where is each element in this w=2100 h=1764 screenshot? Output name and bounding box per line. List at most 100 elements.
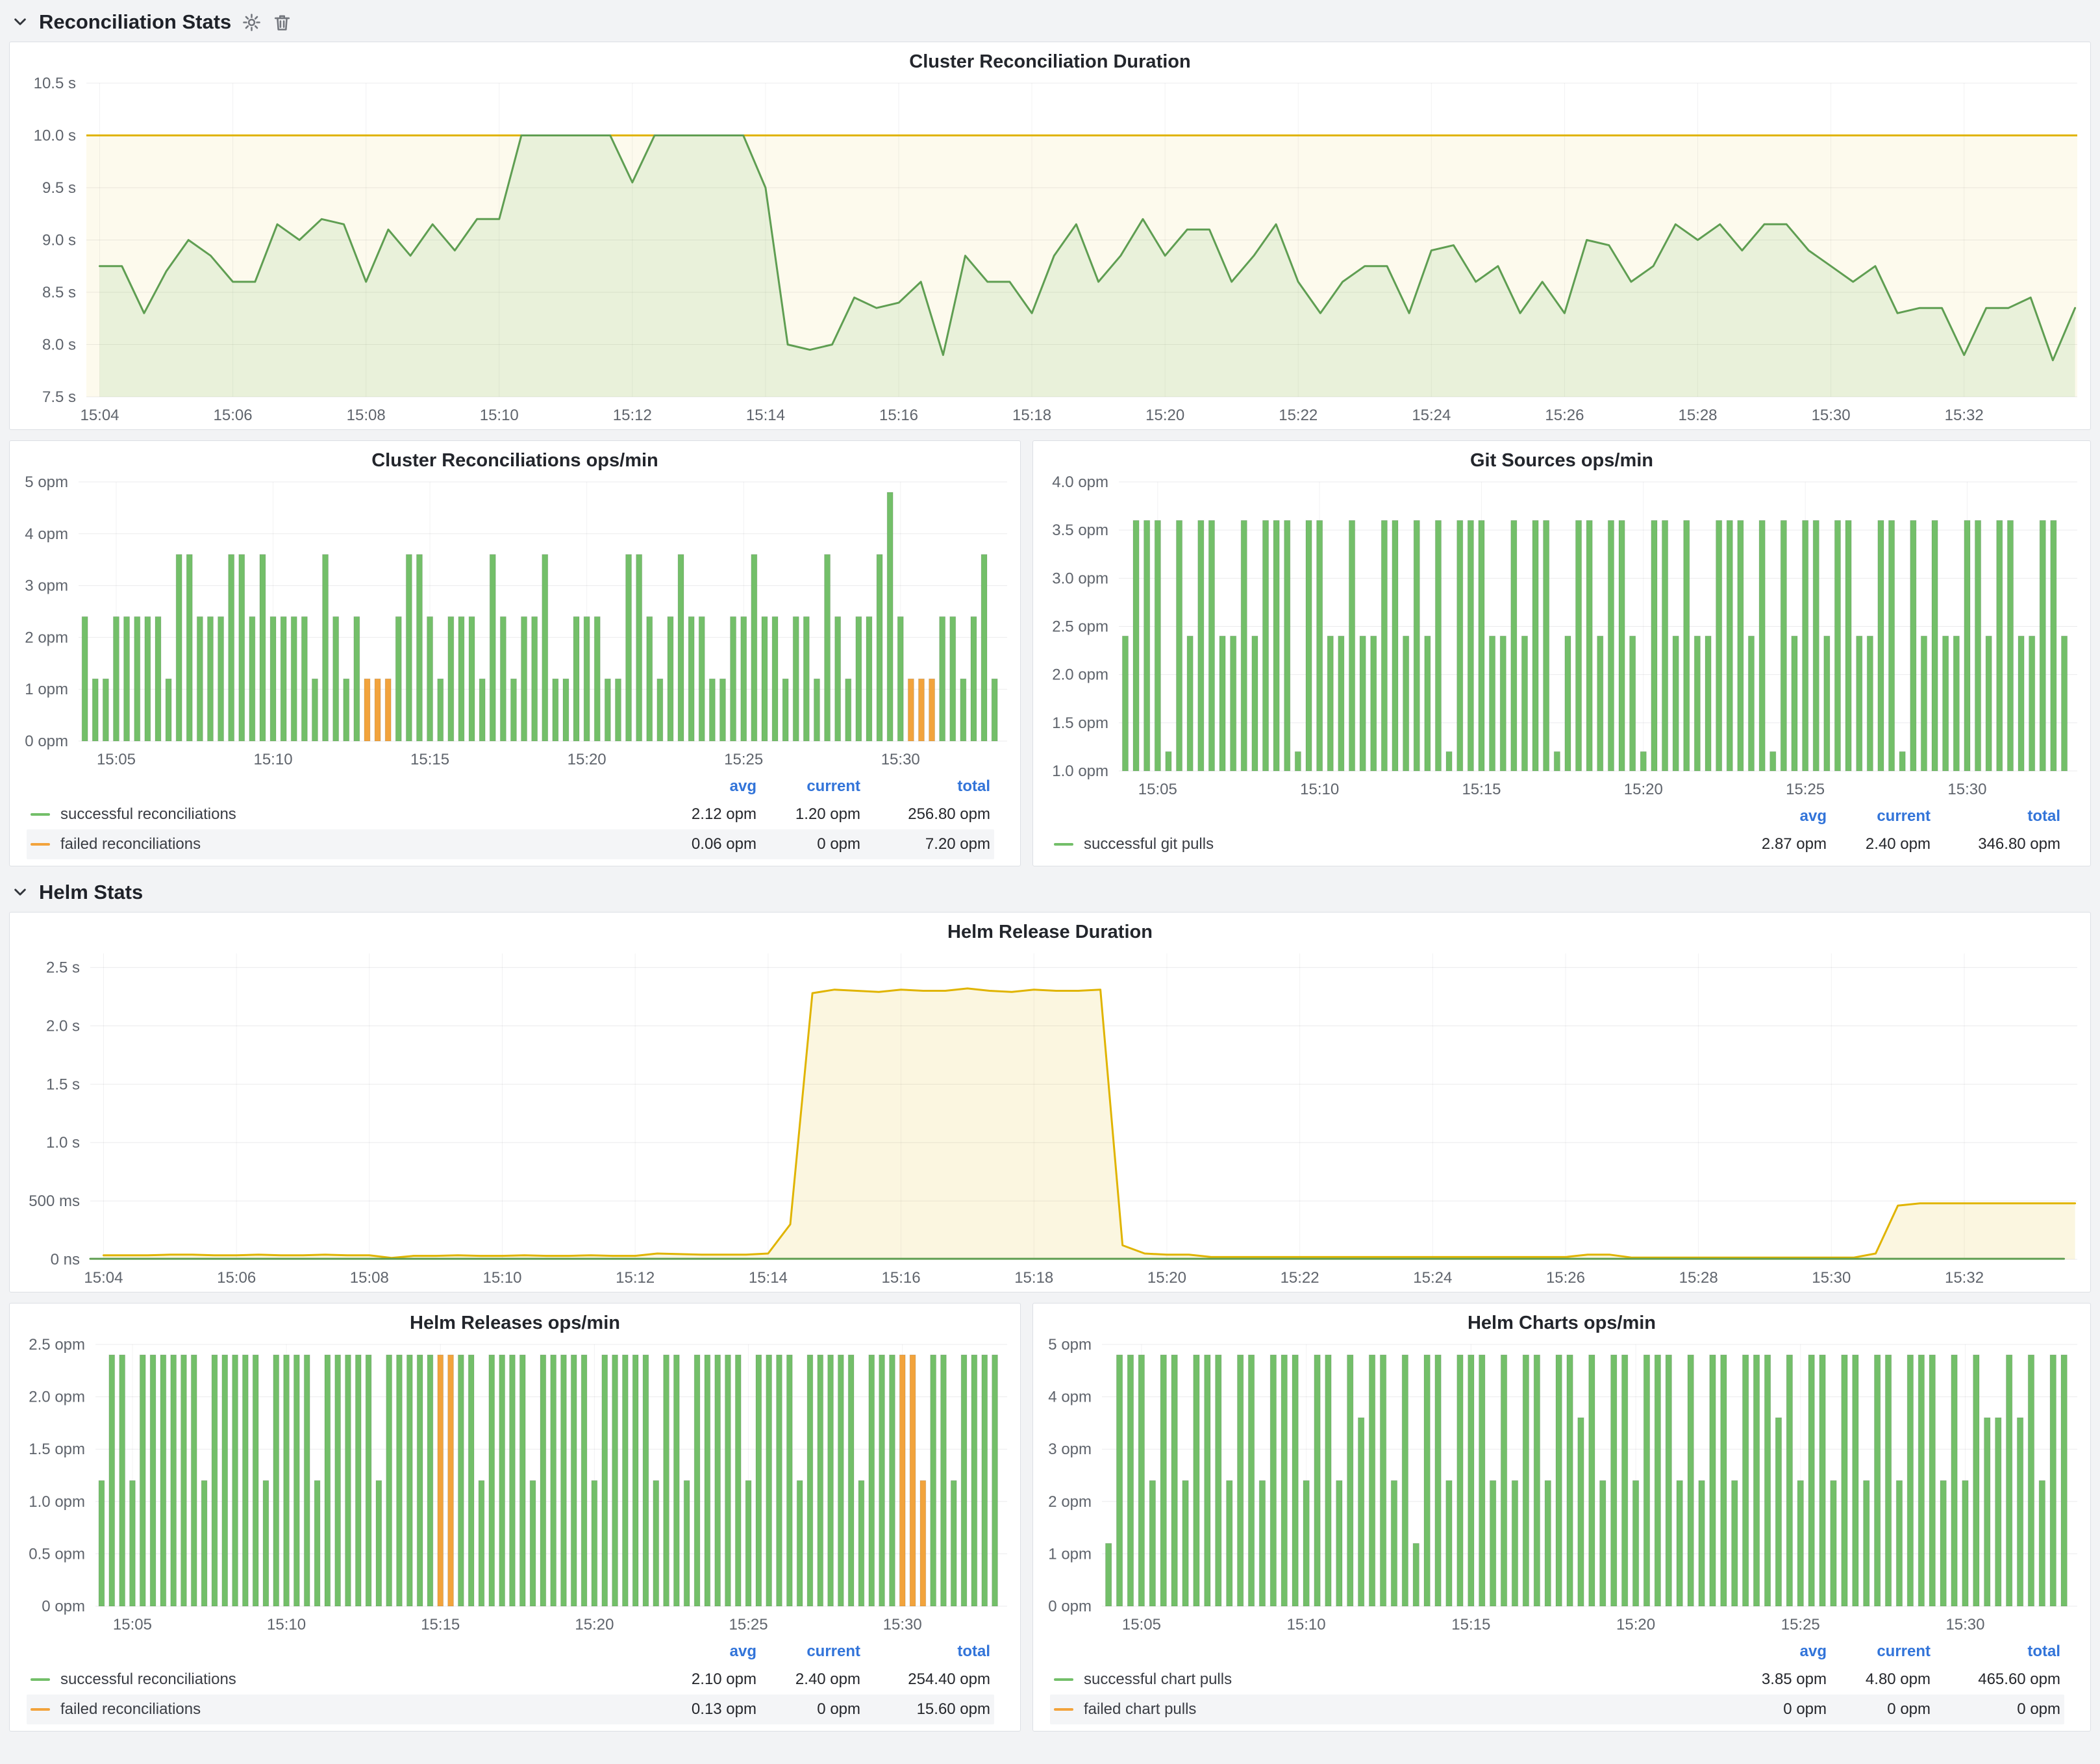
svg-text:15:20: 15:20 bbox=[1145, 407, 1184, 424]
legend-total-value: 0 opm bbox=[1931, 1700, 2060, 1719]
legend-row: successful git pulls 2.87 opm 2.40 opm 3… bbox=[1050, 829, 2064, 859]
legend-header-total[interactable]: total bbox=[1931, 807, 2060, 825]
panel-title[interactable]: Helm Release Duration bbox=[10, 913, 2090, 944]
svg-text:8.0 s: 8.0 s bbox=[42, 336, 76, 354]
svg-text:15:22: 15:22 bbox=[1281, 1269, 1319, 1287]
legend-header-current[interactable]: current bbox=[756, 1643, 860, 1661]
helm-releases-ops-chart[interactable]: 0 opm0.5 opm1.0 opm1.5 opm2.0 opm2.5 opm… bbox=[10, 1335, 1020, 1639]
series-label[interactable]: failed chart pulls bbox=[1084, 1700, 1196, 1719]
svg-text:2.5 s: 2.5 s bbox=[46, 959, 80, 977]
legend-header-avg[interactable]: avg bbox=[1729, 1643, 1827, 1661]
section-title[interactable]: Reconciliation Stats bbox=[39, 10, 231, 34]
helm-release-duration-chart[interactable]: 0 ns500 ms1.0 s1.5 s2.0 s2.5 s15:0415:06… bbox=[10, 944, 2090, 1292]
svg-text:1.0 opm: 1.0 opm bbox=[29, 1493, 85, 1511]
legend-total-value: 256.80 opm bbox=[860, 805, 990, 824]
series-swatch bbox=[1054, 1678, 1073, 1681]
svg-text:15:08: 15:08 bbox=[350, 1269, 389, 1287]
svg-text:15:20: 15:20 bbox=[1147, 1269, 1186, 1287]
legend-current-value: 0 opm bbox=[756, 1700, 860, 1719]
series-label[interactable]: successful reconciliations bbox=[60, 805, 236, 824]
git-sources-ops-chart[interactable]: 1.0 opm1.5 opm2.0 opm2.5 opm3.0 opm3.5 o… bbox=[1033, 473, 2090, 803]
legend-header-current[interactable]: current bbox=[1827, 807, 1931, 825]
cluster-reconciliations-ops-chart[interactable]: 0 opm1 opm2 opm3 opm4 opm5 opm15:0515:10… bbox=[10, 473, 1020, 774]
legend-header-current[interactable]: current bbox=[1827, 1643, 1931, 1661]
chevron-down-icon[interactable] bbox=[12, 14, 29, 31]
section-title[interactable]: Helm Stats bbox=[39, 881, 143, 904]
legend-current-value: 0 opm bbox=[756, 835, 860, 853]
trash-icon[interactable] bbox=[272, 12, 292, 32]
panel-helm-charts-ops: Helm Charts ops/min 0 opm1 opm2 opm3 opm… bbox=[1032, 1303, 2091, 1732]
svg-text:15:25: 15:25 bbox=[1781, 1616, 1820, 1633]
panel-title[interactable]: Cluster Reconciliations ops/min bbox=[10, 441, 1020, 473]
svg-text:15:10: 15:10 bbox=[1287, 1616, 1326, 1633]
svg-text:15:16: 15:16 bbox=[879, 407, 918, 424]
series-label[interactable]: successful chart pulls bbox=[1084, 1670, 1232, 1689]
panel-title[interactable]: Cluster Reconciliation Duration bbox=[10, 42, 2090, 74]
svg-text:15:15: 15:15 bbox=[1462, 781, 1501, 798]
svg-text:2.0 opm: 2.0 opm bbox=[1052, 666, 1108, 684]
legend-header-current[interactable]: current bbox=[756, 777, 860, 796]
legend-header-total[interactable]: total bbox=[1931, 1643, 2060, 1661]
legend: avg current total successful reconciliat… bbox=[10, 1639, 1020, 1731]
svg-text:15:26: 15:26 bbox=[1545, 407, 1584, 424]
series-label[interactable]: successful reconciliations bbox=[60, 1670, 236, 1689]
svg-text:1.0 s: 1.0 s bbox=[46, 1134, 80, 1152]
svg-text:15:25: 15:25 bbox=[724, 751, 763, 768]
legend-current-value: 4.80 opm bbox=[1827, 1670, 1931, 1689]
svg-text:5 opm: 5 opm bbox=[1048, 1336, 1092, 1354]
panel-title[interactable]: Git Sources ops/min bbox=[1033, 441, 2090, 473]
svg-text:15:30: 15:30 bbox=[883, 1616, 922, 1633]
svg-text:15:04: 15:04 bbox=[80, 407, 119, 424]
legend-current-value: 1.20 opm bbox=[756, 805, 860, 824]
panel-title[interactable]: Helm Releases ops/min bbox=[10, 1304, 1020, 1335]
series-swatch bbox=[31, 1678, 50, 1681]
gear-icon[interactable] bbox=[242, 12, 262, 32]
series-label[interactable]: successful git pulls bbox=[1084, 835, 1214, 853]
svg-text:15:30: 15:30 bbox=[881, 751, 920, 768]
panel-cluster-reconciliation-duration: Cluster Reconciliation Duration 7.5 s8.0… bbox=[9, 42, 2091, 430]
series-swatch bbox=[31, 843, 50, 846]
legend-header-avg[interactable]: avg bbox=[659, 777, 756, 796]
svg-text:3.5 opm: 3.5 opm bbox=[1052, 522, 1108, 539]
svg-text:15:30: 15:30 bbox=[1812, 407, 1851, 424]
legend-current-value: 2.40 opm bbox=[1827, 835, 1931, 853]
svg-text:15:05: 15:05 bbox=[113, 1616, 152, 1633]
legend-current-value: 0 opm bbox=[1827, 1700, 1931, 1719]
chevron-down-icon[interactable] bbox=[12, 884, 29, 901]
svg-text:15:26: 15:26 bbox=[1546, 1269, 1585, 1287]
svg-text:15:24: 15:24 bbox=[1412, 407, 1451, 424]
legend-row: successful reconciliations 2.12 opm 1.20… bbox=[27, 800, 994, 829]
svg-text:1.0 opm: 1.0 opm bbox=[1052, 762, 1108, 780]
legend-row: failed reconciliations 0.13 opm 0 opm 15… bbox=[27, 1695, 994, 1724]
svg-text:15:10: 15:10 bbox=[253, 751, 292, 768]
helm-charts-ops-chart[interactable]: 0 opm1 opm2 opm3 opm4 opm5 opm15:0515:10… bbox=[1033, 1335, 2090, 1639]
svg-text:15:10: 15:10 bbox=[1300, 781, 1339, 798]
svg-text:15:15: 15:15 bbox=[1451, 1616, 1490, 1633]
svg-text:9.0 s: 9.0 s bbox=[42, 232, 76, 249]
legend-row: failed chart pulls 0 opm 0 opm 0 opm bbox=[1050, 1695, 2064, 1724]
legend: avg current total successful reconciliat… bbox=[10, 774, 1020, 866]
legend-avg-value: 0 opm bbox=[1729, 1700, 1827, 1719]
svg-text:4 opm: 4 opm bbox=[1048, 1389, 1092, 1406]
series-label[interactable]: failed reconciliations bbox=[60, 835, 201, 853]
panel-title[interactable]: Helm Charts ops/min bbox=[1033, 1304, 2090, 1335]
svg-text:10.5 s: 10.5 s bbox=[34, 75, 76, 92]
svg-text:15:30: 15:30 bbox=[1947, 781, 1986, 798]
svg-text:15:06: 15:06 bbox=[214, 407, 253, 424]
svg-text:15:25: 15:25 bbox=[729, 1616, 768, 1633]
svg-text:2.0 s: 2.0 s bbox=[46, 1017, 80, 1035]
svg-text:15:14: 15:14 bbox=[746, 407, 785, 424]
legend-header-avg[interactable]: avg bbox=[659, 1643, 756, 1661]
section-header-reconciliation-stats[interactable]: Reconciliation Stats bbox=[12, 6, 2091, 38]
legend-header-total[interactable]: total bbox=[860, 1643, 990, 1661]
legend-header-row: avg current total bbox=[27, 774, 994, 800]
svg-text:15:15: 15:15 bbox=[410, 751, 449, 768]
legend-avg-value: 2.10 opm bbox=[659, 1670, 756, 1689]
panel-helm-releases-ops: Helm Releases ops/min 0 opm0.5 opm1.0 op… bbox=[9, 1303, 1021, 1732]
legend-header-total[interactable]: total bbox=[860, 777, 990, 796]
legend-header-avg[interactable]: avg bbox=[1729, 807, 1827, 825]
section-header-helm-stats[interactable]: Helm Stats bbox=[12, 877, 2091, 908]
cluster-reconciliation-duration-chart[interactable]: 7.5 s8.0 s8.5 s9.0 s9.5 s10.0 s10.5 s15:… bbox=[10, 74, 2090, 429]
svg-text:15:30: 15:30 bbox=[1945, 1616, 1984, 1633]
series-label[interactable]: failed reconciliations bbox=[60, 1700, 201, 1719]
